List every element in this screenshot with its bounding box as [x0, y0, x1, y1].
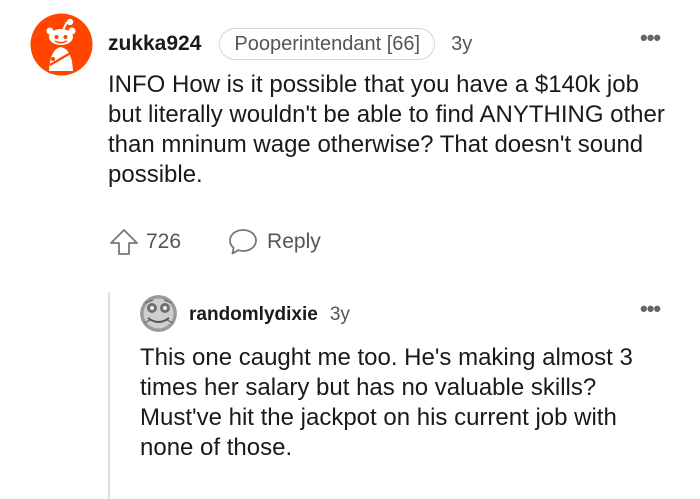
comment-bubble-icon	[229, 229, 257, 255]
reply-label: Reply	[267, 230, 321, 253]
vote-count: 726	[146, 230, 182, 253]
comment-header: zukka924 Pooperintendant [66] 3y	[108, 27, 472, 61]
more-options-button[interactable]: •••	[640, 27, 661, 49]
thread-line[interactable]	[108, 292, 110, 499]
user-flair: Pooperintendant [66]	[219, 28, 436, 60]
reply-header: randomlydixie 3y	[189, 301, 350, 329]
upvote-icon[interactable]	[108, 227, 140, 257]
comment-thread: zukka924 Pooperintendant [66] 3y ••• INF…	[0, 0, 700, 499]
reply-age: 3y	[329, 304, 350, 325]
username[interactable]: zukka924	[108, 32, 201, 56]
reply-user-avatar[interactable]	[140, 295, 177, 332]
reply-button[interactable]: Reply	[227, 227, 321, 257]
reply-more-options-button[interactable]: •••	[640, 298, 661, 320]
reply-body: This one caught me too. He's making almo…	[140, 344, 633, 461]
avatar-image-icon	[140, 295, 177, 332]
user-avatar[interactable]	[30, 13, 93, 76]
reply-username[interactable]: randomlydixie	[189, 304, 318, 326]
reddit-snoo-icon	[30, 13, 93, 76]
comment-actions: 726 Reply	[108, 226, 321, 258]
comment-body: INFO How is it possible that you have a …	[108, 71, 665, 188]
comment-age: 3y	[451, 32, 473, 55]
